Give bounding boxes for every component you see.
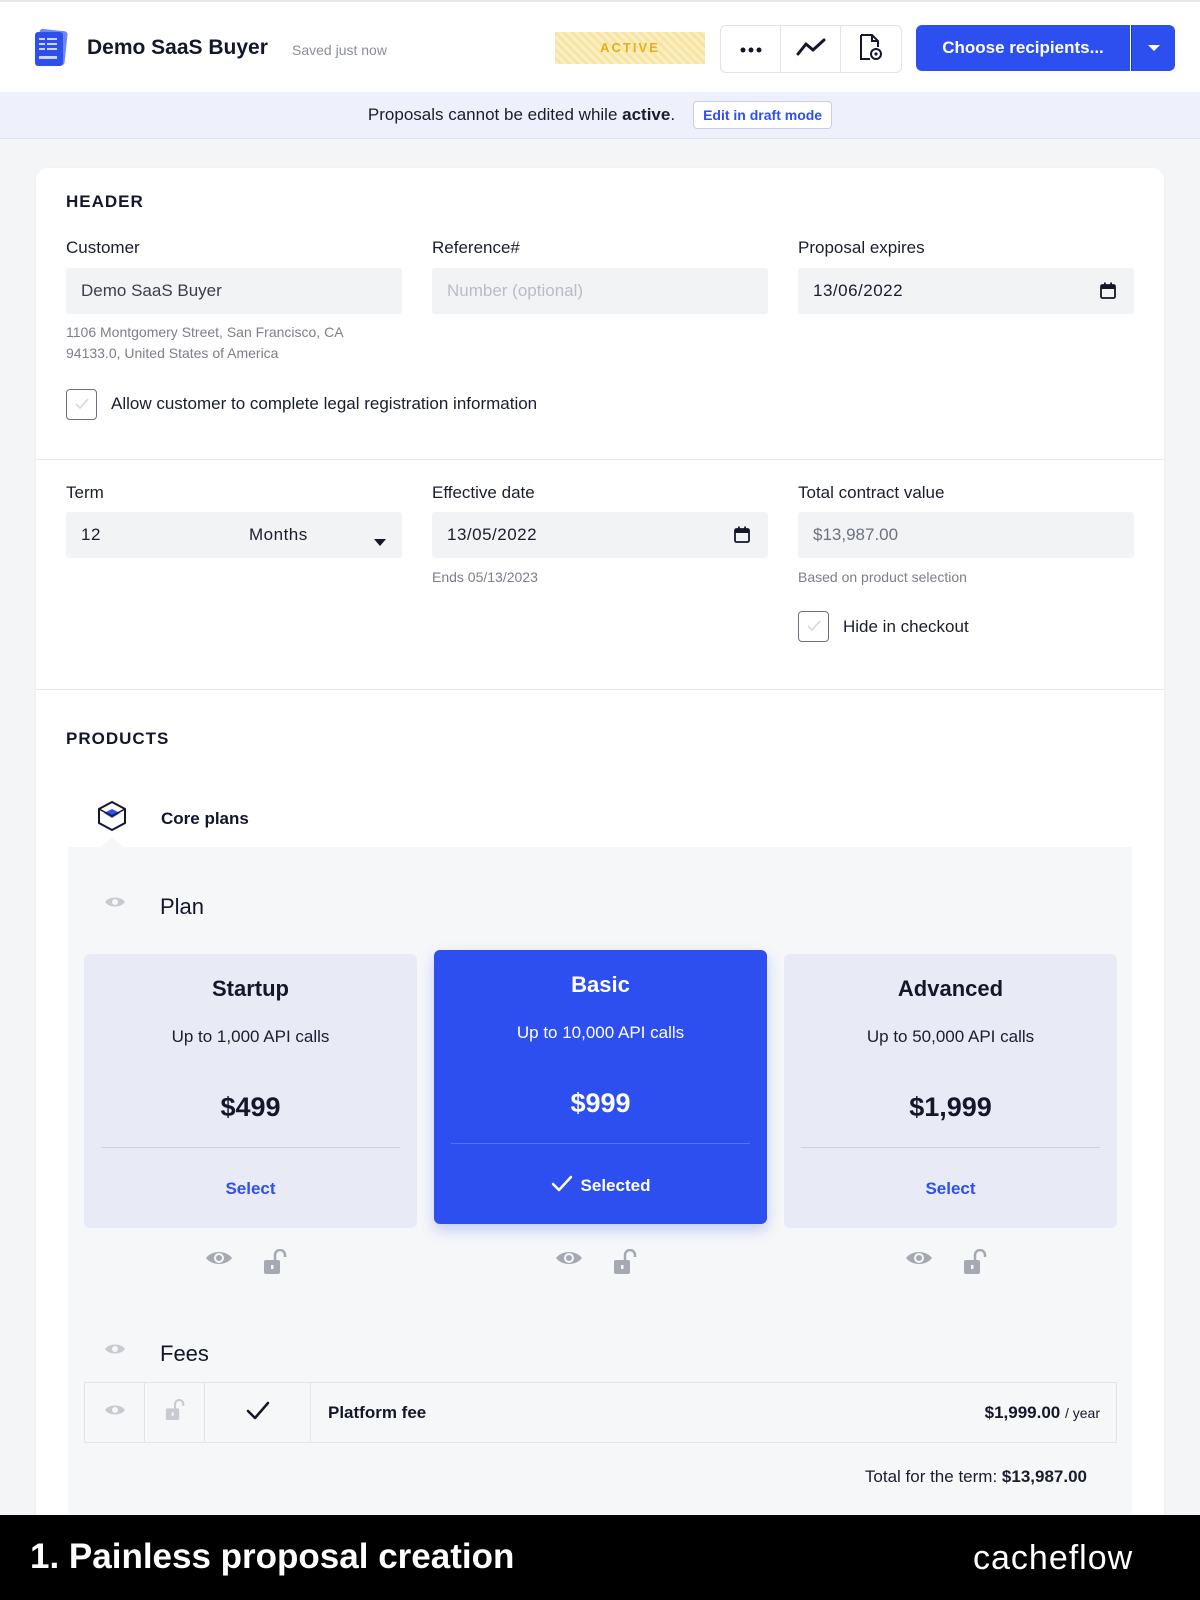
reference-input[interactable]: Number (optional): [432, 268, 768, 314]
plan-tools: [205, 1248, 287, 1280]
expires-date-input[interactable]: 13/06/2022: [798, 268, 1134, 314]
eye-icon[interactable]: [104, 895, 126, 914]
caret-down-icon: [1147, 39, 1161, 57]
top-bar: Demo SaaS Buyer Saved just now ACTIVE Ch…: [0, 0, 1200, 92]
plan-desc: Up to 10,000 API calls: [516, 1023, 685, 1042]
choose-recipients-button[interactable]: Choose recipients...: [916, 25, 1130, 71]
divider: [36, 689, 1164, 690]
fee-name: Platform fee: [328, 1403, 427, 1422]
term-label: Term: [66, 483, 104, 502]
fee-visibility-cell[interactable]: [85, 1383, 145, 1442]
plan-desc: Up to 50,000 API calls: [866, 1027, 1035, 1046]
plan-price: $999: [570, 1088, 631, 1118]
eye-icon[interactable]: [104, 1342, 126, 1361]
select-plan-button[interactable]: Select: [784, 1179, 1117, 1199]
plan-tools: [555, 1248, 637, 1280]
toolbar-icon-group: [720, 25, 902, 73]
caption-footer: 1. Painless proposal creation cacheflow: [0, 1515, 1200, 1600]
eye-icon[interactable]: [555, 1249, 583, 1280]
more-button[interactable]: [721, 26, 781, 72]
eye-icon[interactable]: [905, 1249, 933, 1280]
tcv-field: $13,987.00: [798, 512, 1134, 558]
plan-name: Basic: [571, 972, 630, 997]
tcv-label: Total contract value: [798, 483, 945, 502]
divider: [101, 1147, 400, 1148]
tcv-hint: Based on product selection: [798, 569, 967, 585]
term-input[interactable]: 12 Months: [66, 512, 402, 558]
status-badge: ACTIVE: [555, 32, 705, 64]
calendar-icon[interactable]: [734, 526, 750, 548]
ends-hint: Ends 05/13/2023: [432, 569, 538, 585]
plan-desc: Up to 1,000 API calls: [171, 1027, 330, 1046]
caret-down-icon[interactable]: [374, 531, 386, 551]
preview-button[interactable]: [841, 26, 901, 72]
hide-in-checkout-checkbox[interactable]: [798, 611, 829, 642]
plan-name: Startup: [212, 976, 289, 1001]
plan-card-advanced[interactable]: Advanced Up to 50,000 API calls $1,999 S…: [784, 954, 1117, 1228]
legal-registration-checkbox[interactable]: [66, 389, 97, 420]
product-group-name[interactable]: Core plans: [161, 809, 249, 829]
more-icon: [740, 40, 762, 58]
effective-date-label: Effective date: [432, 483, 535, 502]
term-total: Total for the term: $13,987.00: [864, 1467, 1087, 1486]
eye-icon[interactable]: [205, 1249, 233, 1280]
divider: [36, 459, 1164, 460]
analytics-icon: [796, 37, 826, 62]
box-icon: [96, 800, 128, 837]
document-stack-icon: [32, 28, 72, 68]
legal-registration-label: Allow customer to complete legal registr…: [111, 394, 538, 413]
plan-price: $1,999: [909, 1092, 992, 1122]
header-section-title: HEADER: [66, 192, 144, 211]
fees-table: Platform fee $1,999.00 / year: [84, 1382, 1117, 1443]
check-icon: [74, 396, 89, 414]
unlock-icon[interactable]: [963, 1248, 987, 1280]
products-section-title: PRODUCTS: [66, 729, 170, 748]
term-value[interactable]: 12: [81, 525, 101, 545]
read-only-notice: Proposals cannot be edited while active.…: [0, 92, 1200, 139]
plan-card-startup[interactable]: Startup Up to 1,000 API calls $499 Selec…: [84, 954, 417, 1228]
term-unit-select[interactable]: Months: [249, 525, 308, 545]
hide-in-checkout-label: Hide in checkout: [843, 617, 969, 636]
fee-include-cell[interactable]: [205, 1383, 311, 1442]
edit-in-draft-button[interactable]: Edit in draft mode: [693, 101, 833, 129]
effective-date-input[interactable]: 13/05/2022: [432, 512, 768, 558]
proposal-card: HEADER Customer Demo SaaS Buyer 1106 Mon…: [36, 168, 1164, 1600]
unlock-icon[interactable]: [165, 1398, 185, 1426]
plan-card-basic[interactable]: Basic Up to 10,000 API calls $999 Select…: [434, 950, 767, 1224]
unlock-icon[interactable]: [613, 1248, 637, 1280]
reference-label: Reference#: [432, 238, 520, 257]
plan-heading: Plan: [160, 894, 205, 919]
divider: [451, 1143, 750, 1144]
customer-address: 1106 Montgomery Street, San Francisco, C…: [66, 324, 344, 361]
products-panel: Plan Startup Up to 1,000 API calls $499 …: [68, 847, 1132, 1600]
preview-icon: [858, 33, 884, 66]
expires-label: Proposal expires: [798, 238, 925, 257]
check-icon: [806, 618, 821, 636]
selected-plan-indicator[interactable]: Selected: [434, 1175, 767, 1197]
fee-lock-cell[interactable]: [145, 1383, 205, 1442]
plan-price: $499: [220, 1092, 281, 1122]
fee-amount: $1,999.00 / year: [984, 1403, 1100, 1422]
calendar-icon[interactable]: [1100, 282, 1116, 304]
saved-status: Saved just now: [292, 42, 387, 58]
analytics-button[interactable]: [781, 26, 841, 72]
divider: [801, 1147, 1100, 1148]
notice-state: active: [622, 105, 671, 124]
fees-heading: Fees: [160, 1341, 209, 1366]
check-icon[interactable]: [246, 1401, 270, 1425]
select-plan-button[interactable]: Select: [84, 1179, 417, 1199]
unlock-icon[interactable]: [263, 1248, 287, 1280]
plan-tools: [905, 1248, 987, 1280]
customer-field[interactable]: Demo SaaS Buyer: [66, 268, 402, 314]
plan-name: Advanced: [897, 976, 1004, 1001]
customer-label: Customer: [66, 238, 140, 257]
document-title[interactable]: Demo SaaS Buyer: [87, 36, 268, 60]
footer-caption: 1. Painless proposal creation: [30, 1537, 515, 1576]
eye-icon[interactable]: [104, 1403, 126, 1422]
check-icon: [551, 1175, 573, 1197]
brand-logo: cacheflow: [973, 1539, 1134, 1577]
notice-text: Proposals cannot be edited while active.: [367, 105, 676, 124]
recipients-dropdown-toggle[interactable]: [1131, 25, 1175, 71]
